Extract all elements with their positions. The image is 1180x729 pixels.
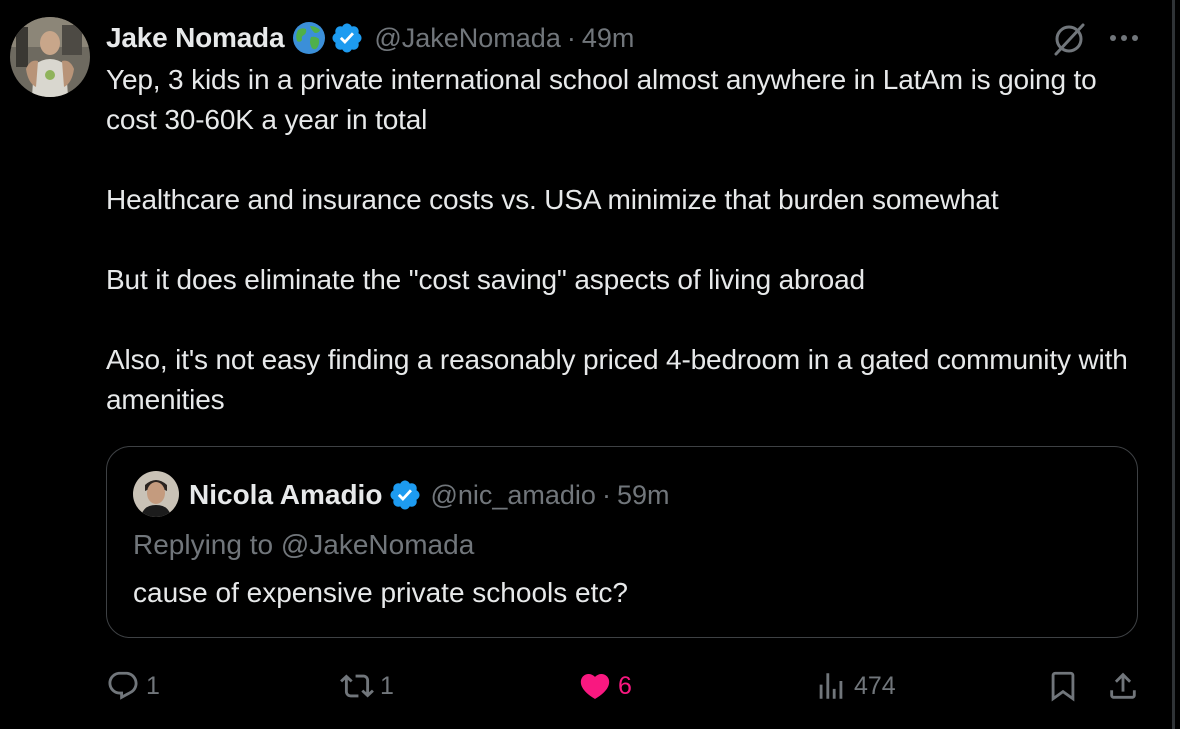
quoted-tweet-text: cause of expensive private schools etc? — [133, 577, 628, 608]
author-name[interactable]: Jake Nomada — [106, 22, 285, 54]
quoted-tweet-card[interactable]: Nicola Amadio @nic_amadio · 59m Replying… — [106, 446, 1138, 638]
views-icon — [814, 669, 848, 703]
quoted-tweet-header: Nicola Amadio @nic_amadio · 59m — [189, 473, 669, 517]
quoted-author-handle[interactable]: @nic_amadio — [430, 480, 596, 511]
verified-badge-icon[interactable] — [388, 478, 422, 512]
quoted-author-name[interactable]: Nicola Amadio — [189, 479, 382, 511]
tweet-paragraph: Also, it's not easy finding a reasonably… — [106, 344, 1128, 415]
share-icon — [1106, 669, 1140, 703]
verified-badge-icon[interactable] — [330, 21, 364, 55]
repost-count: 1 — [380, 671, 394, 700]
globe-icon — [292, 21, 326, 55]
like-count: 6 — [618, 671, 632, 700]
tweet-header: Jake Nomada @JakeNomada · 49m — [106, 18, 634, 58]
views-button[interactable]: 474 — [814, 666, 896, 706]
quoted-author-avatar[interactable] — [133, 471, 179, 517]
reply-icon — [106, 669, 140, 703]
tweet-paragraph: But it does eliminate the "cost saving" … — [106, 264, 865, 295]
views-count: 474 — [854, 671, 896, 700]
tweet-text: Yep, 3 kids in a private international s… — [106, 60, 1136, 420]
tweet-paragraph: Healthcare and insurance costs vs. USA m… — [106, 184, 999, 215]
tweet-paragraph: Yep, 3 kids in a private international s… — [106, 64, 1097, 135]
like-button[interactable]: 6 — [578, 666, 632, 706]
more-options-icon[interactable] — [1106, 22, 1142, 54]
reply-button[interactable]: 1 — [106, 666, 160, 706]
heart-icon — [578, 669, 612, 703]
bookmark-button[interactable] — [1046, 666, 1080, 706]
replying-to-label: Replying to @JakeNomada — [133, 529, 475, 560]
share-button[interactable] — [1106, 666, 1140, 706]
grok-icon[interactable] — [1050, 20, 1088, 58]
repost-icon — [340, 669, 374, 703]
bookmark-icon — [1046, 669, 1080, 703]
separator-dot: · — [566, 22, 576, 53]
tweet-time[interactable]: 49m — [582, 23, 635, 54]
reply-count: 1 — [146, 671, 160, 700]
scrollbar-track[interactable] — [1172, 0, 1175, 729]
quoted-tweet-time[interactable]: 59m — [617, 480, 670, 511]
repost-button[interactable]: 1 — [340, 666, 394, 706]
separator-dot: · — [601, 479, 611, 510]
author-avatar[interactable] — [10, 17, 90, 97]
author-handle[interactable]: @JakeNomada — [374, 23, 561, 54]
